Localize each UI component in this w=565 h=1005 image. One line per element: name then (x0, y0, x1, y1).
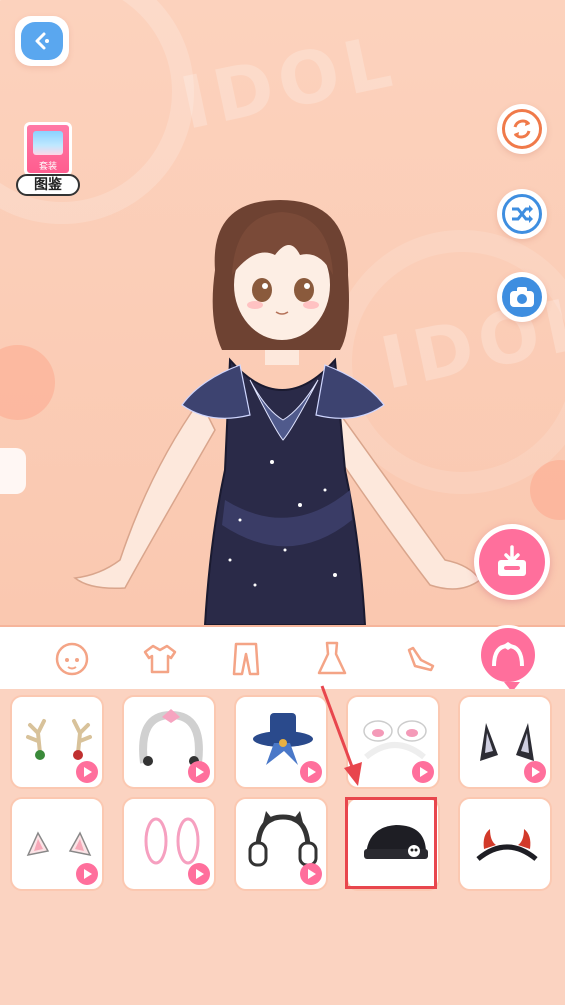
play-ad-icon (412, 761, 434, 783)
pointer-arrow-icon (320, 685, 362, 786)
shuffle-button[interactable] (497, 189, 547, 239)
category-pants[interactable] (222, 635, 270, 683)
album-label: 图鉴 (16, 174, 80, 196)
category-bar (0, 625, 565, 692)
selection-highlight (345, 797, 437, 889)
item-tile[interactable] (458, 695, 552, 789)
refresh-button[interactable] (497, 104, 547, 154)
category-headband[interactable] (478, 625, 538, 692)
top-icon (143, 644, 177, 674)
back-button[interactable] (15, 16, 69, 66)
download-box-icon (498, 545, 526, 576)
album-button[interactable]: 套装 图鉴 (16, 120, 82, 200)
item-tile[interactable] (122, 797, 216, 891)
category-top[interactable] (136, 635, 184, 683)
category-dress[interactable] (308, 635, 356, 683)
play-ad-icon (188, 761, 210, 783)
character-avatar (73, 200, 482, 625)
back-arrow-icon (35, 32, 49, 50)
shoes-icon (407, 646, 435, 672)
play-ad-icon (300, 863, 322, 885)
item-tile[interactable] (458, 797, 552, 891)
camera-button[interactable] (497, 272, 547, 322)
item-tile[interactable] (234, 695, 328, 789)
category-face[interactable] (48, 635, 96, 683)
camera-icon (510, 287, 534, 307)
item-tile[interactable] (10, 695, 104, 789)
album-book-icon: 套装 (24, 122, 72, 176)
save-outfit-button[interactable] (474, 524, 550, 600)
item-tile[interactable] (122, 695, 216, 789)
category-shoes[interactable] (396, 635, 444, 683)
play-ad-icon (76, 863, 98, 885)
play-ad-icon (76, 761, 98, 783)
dress-icon (317, 641, 347, 675)
face-icon (55, 642, 89, 676)
headband-icon (492, 642, 524, 667)
play-ad-icon (524, 761, 546, 783)
shuffle-icon (512, 205, 533, 223)
character-stage: IDOL IDOL (0, 0, 565, 625)
pants-icon (232, 642, 260, 676)
refresh-icon (513, 119, 531, 139)
item-tile[interactable] (10, 797, 104, 891)
play-ad-icon (188, 863, 210, 885)
item-tile[interactable] (234, 797, 328, 891)
devil-horns-headband-icon (476, 829, 538, 861)
